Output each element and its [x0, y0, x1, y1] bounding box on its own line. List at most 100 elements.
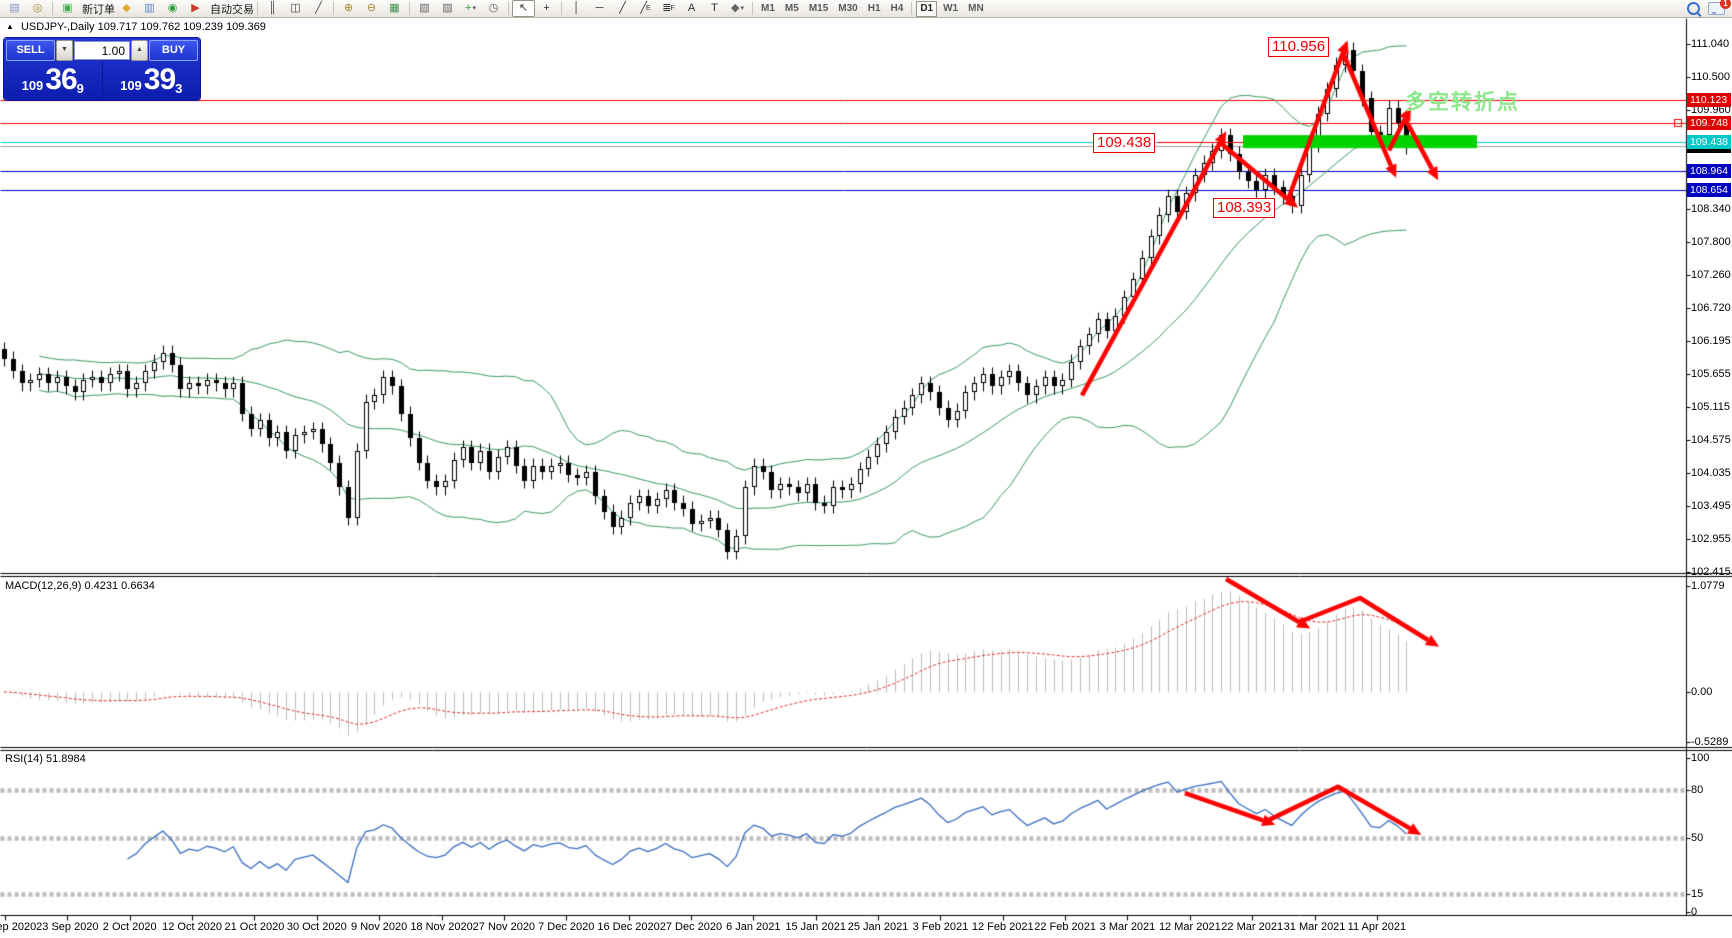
- sell-button[interactable]: SELL: [6, 40, 55, 61]
- price-badge: 110.123: [1687, 93, 1731, 108]
- date-axis-label: 27 Nov 2020: [472, 921, 536, 933]
- chevron-down-icon: ▾: [472, 5, 476, 12]
- timeframe-h4-button[interactable]: H4: [887, 1, 908, 17]
- candle-chart-mode-button[interactable]: ◫: [284, 0, 307, 17]
- favorites-icon: ◆: [122, 2, 131, 14]
- new-order-button[interactable]: ▣: [56, 0, 79, 17]
- price-axis-label: 102.415: [1691, 566, 1731, 579]
- label-tool-icon: T: [711, 2, 718, 14]
- zoom-out-icon: ⊖: [366, 2, 377, 14]
- date-axis-label: 12 Oct 2020: [162, 921, 223, 933]
- rsi-axis-label: 80: [1691, 784, 1704, 796]
- tile-windows-button[interactable]: ▦: [383, 0, 406, 17]
- channel-tool-sub: E: [645, 5, 651, 12]
- chevron-down-icon: ▾: [740, 5, 744, 12]
- timeframe-m5-button[interactable]: M5: [781, 1, 803, 17]
- crosshair-tool-button[interactable]: +: [535, 0, 558, 17]
- date-axis-label: 16 Dec 2020: [597, 921, 660, 933]
- text-tool-button[interactable]: A: [680, 0, 703, 17]
- volume-decrease-button[interactable]: ▼: [56, 40, 73, 61]
- buy-price[interactable]: 109 39 3: [103, 61, 201, 97]
- date-axis-label: 11 Apr 2021: [1347, 921, 1407, 933]
- sell-price[interactable]: 109 36 9: [4, 61, 103, 97]
- indicators-window-icon: ▧: [419, 2, 430, 14]
- date-axis-label: 12 Mar 2021: [1158, 921, 1221, 933]
- toolbar-separator: [409, 2, 410, 15]
- date-axis-label: 9 Nov 2020: [351, 921, 408, 933]
- timeframe-mn-button[interactable]: MN: [964, 1, 988, 17]
- vline-tool-button[interactable]: │: [565, 0, 588, 17]
- zoom-out-button[interactable]: ⊖: [360, 0, 383, 17]
- mt4-window: ▤ ◎ ▣ 新订单 ◆ ▥ ◉ ▶ 自动交易 ║ ◫ ╱ ⊕ ⊖ ▦ ▧ ▨ + ▾ ◷ ↖ + │ ─ ╱ ╱ E ≣ F A T ◆ ▾ M1…: [0, 0, 1732, 938]
- toolbar-separator: [508, 2, 509, 15]
- collapse-icon[interactable]: ▲: [6, 22, 14, 31]
- zoom-in-button[interactable]: ⊕: [337, 0, 360, 17]
- timeframe-d1-button[interactable]: D1: [916, 0, 938, 17]
- autotrading-button[interactable]: ▶: [184, 0, 207, 17]
- new-order-label: 新订单: [82, 3, 115, 16]
- price-axis-label: 110.500: [1691, 71, 1730, 84]
- trendline-tool-button[interactable]: ╱: [611, 0, 634, 17]
- timeframe-h1-button[interactable]: H1: [864, 1, 885, 17]
- zoom-in-icon: ⊕: [343, 2, 354, 14]
- favorites-button[interactable]: ◆: [115, 0, 138, 17]
- crosshair-tool-icon: +: [543, 2, 550, 14]
- date-axis-label: 27 Dec 2020: [659, 921, 723, 933]
- timeframe-m1-button[interactable]: M1: [757, 1, 779, 17]
- candle-chart-mode-icon: ◫: [290, 2, 301, 14]
- date-axis-label: 3 Mar 2021: [1099, 921, 1156, 933]
- timeframe-w1-button[interactable]: W1: [939, 1, 962, 17]
- volume-input[interactable]: [74, 41, 130, 60]
- hline-tool-icon: ─: [595, 2, 604, 14]
- buy-price-figure: 109: [120, 78, 142, 93]
- rsi-axis-label: 15: [1691, 888, 1704, 900]
- date-axis-label: 12 Feb 2021: [971, 921, 1034, 933]
- add-indicator-icon: +: [465, 2, 472, 14]
- period-clock-button[interactable]: ◷: [482, 0, 505, 17]
- top-toolbar: ▤ ◎ ▣ 新订单 ◆ ▥ ◉ ▶ 自动交易 ║ ◫ ╱ ⊕ ⊖ ▦ ▧ ▨ + ▾ ◷ ↖ + │ ─ ╱ ╱ E ≣ F A T ◆ ▾ M1…: [0, 0, 1732, 18]
- shapes-tool-button[interactable]: ◆ ▾: [726, 0, 749, 17]
- rsi-axis-label: 0: [1691, 906, 1698, 918]
- fibo-tool-button[interactable]: ≣ F: [657, 0, 680, 17]
- price-annotation-box[interactable]: 110.956: [1268, 37, 1330, 57]
- buy-button[interactable]: BUY: [149, 40, 198, 61]
- hline-tool-button[interactable]: ─: [588, 0, 611, 17]
- bar-chart-mode-button[interactable]: ║: [261, 0, 284, 17]
- vline-tool-icon: │: [573, 2, 580, 14]
- shapes-tool-icon: ◆: [731, 2, 740, 14]
- objects-window-icon: ▨: [442, 2, 453, 14]
- line-chart-mode-button[interactable]: ╱: [307, 0, 330, 17]
- price-axis-label: 105.655: [1691, 367, 1731, 380]
- indicators-window-button[interactable]: ▧: [413, 0, 436, 17]
- new-order-icon: ▣: [62, 2, 73, 14]
- timeframe-m15-button[interactable]: M15: [805, 1, 832, 17]
- label-tool-button[interactable]: T: [703, 0, 726, 17]
- chart-preview-button[interactable]: ◎: [26, 0, 49, 17]
- cursor-tool-button[interactable]: ↖: [512, 0, 535, 17]
- chart-preview-icon: ◎: [32, 2, 43, 14]
- chart-canvas[interactable]: [0, 0, 1732, 938]
- timeframe-m30-button[interactable]: M30: [834, 1, 861, 17]
- toolbar-separator: [52, 2, 53, 15]
- buy-price-big: 39: [143, 63, 176, 96]
- price-axis-label: 106.195: [1691, 334, 1731, 347]
- date-axis-label: 6 Jan 2021: [726, 921, 781, 933]
- volume-increase-button[interactable]: ▲: [131, 40, 148, 61]
- chinese-note-label[interactable]: 多空转折点: [1405, 86, 1520, 116]
- market-watch-button[interactable]: ▥: [138, 0, 161, 17]
- search-icon[interactable]: [1687, 2, 1700, 15]
- rsi-axis-label: 100: [1691, 752, 1710, 764]
- cursor-tool-icon: ↖: [518, 2, 529, 14]
- macd-axis-label: 1.0779: [1691, 580, 1725, 592]
- channel-tool-button[interactable]: ╱ E: [634, 0, 657, 17]
- chat-icon[interactable]: 1: [1708, 0, 1731, 15]
- charts-list-button[interactable]: ▤: [3, 0, 26, 17]
- price-annotation-box[interactable]: 108.393: [1213, 198, 1276, 218]
- add-indicator-button[interactable]: + ▾: [459, 0, 482, 17]
- signals-button[interactable]: ◉: [161, 0, 184, 17]
- price-annotation-box[interactable]: 109.438: [1093, 133, 1156, 153]
- ohlc-values: 109.717 109.762 109.239 109.369: [97, 21, 266, 33]
- objects-window-button[interactable]: ▨: [436, 0, 459, 17]
- date-axis-label: 2 Oct 2020: [102, 921, 157, 933]
- macd-indicator-label: MACD(12,26,9) 0.4231 0.6634: [5, 580, 155, 592]
